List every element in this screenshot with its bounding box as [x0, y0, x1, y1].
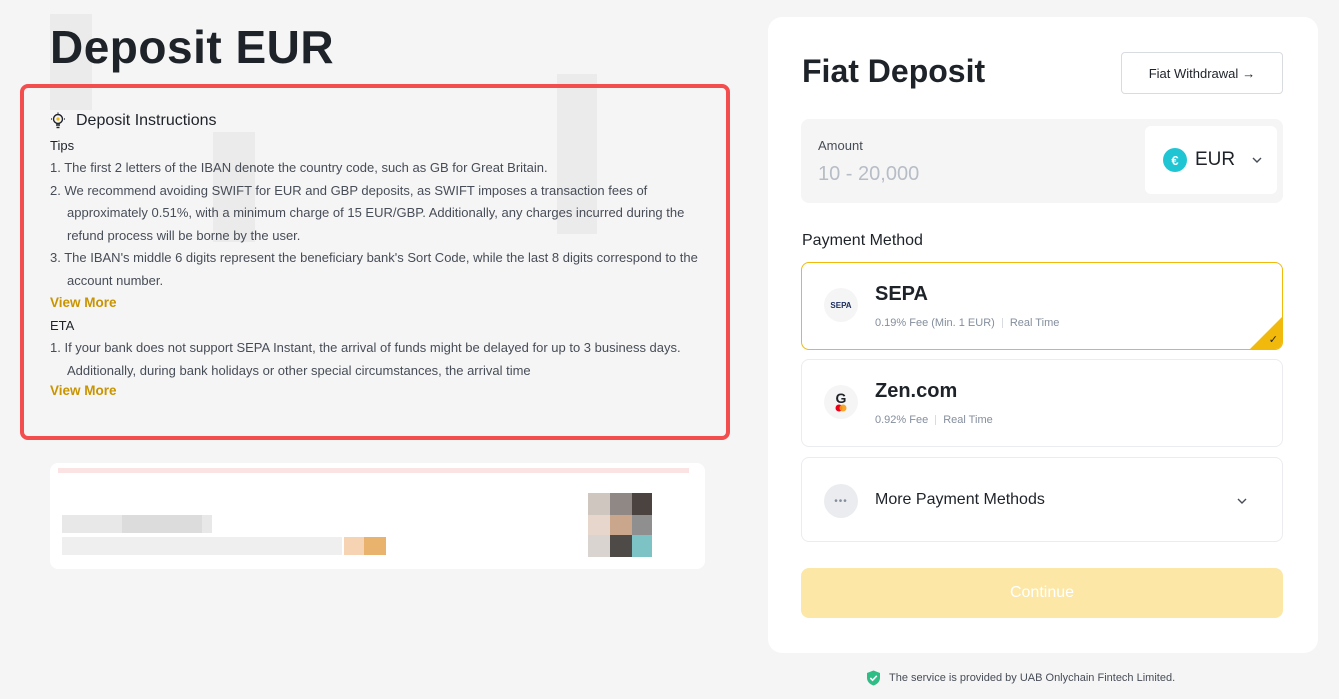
tips-list: 1. The first 2 letters of the IBAN denot…: [50, 157, 700, 292]
blurred-block: [364, 537, 386, 555]
checkmark-icon: ✓: [1268, 334, 1278, 346]
eta-list: 1. If your bank does not support SEPA In…: [50, 337, 700, 382]
blurred-banner: [50, 463, 705, 569]
blurred-block: [588, 493, 610, 515]
blurred-block: [588, 535, 610, 557]
payment-fee: 0.92% Fee: [875, 414, 929, 426]
euro-icon: €: [1163, 148, 1187, 172]
currency-select[interactable]: € EUR: [1145, 126, 1277, 194]
list-item: 2. We recommend avoiding SWIFT for EUR a…: [50, 182, 685, 243]
currency-code: EUR: [1195, 149, 1236, 170]
payment-fee: 0.19% Fee (Min. 1 EUR): [875, 317, 995, 329]
blurred-block: [610, 535, 632, 557]
more-dots-icon: •••: [824, 484, 858, 518]
list-item: 3. The IBAN's middle 6 digits represent …: [50, 250, 698, 288]
footer-text: The service is provided by UAB Onlychain…: [889, 672, 1176, 684]
payment-option-sepa[interactable]: SEPA SEPA 0.19% Fee (Min. 1 EUR) Real Ti…: [801, 262, 1283, 350]
meta-divider: [935, 415, 937, 425]
eta-label: ETA: [50, 318, 75, 333]
service-provider-note: The service is provided by UAB Onlychain…: [866, 670, 1175, 686]
list-item: 1. The first 2 letters of the IBAN denot…: [50, 160, 548, 175]
blurred-block: [610, 515, 632, 535]
blurred-block: [632, 493, 652, 515]
instructions-title: Deposit Instructions: [76, 112, 217, 129]
lightbulb-icon: [51, 112, 65, 129]
chevron-down-icon: [1237, 498, 1247, 504]
blurred-block: [632, 535, 652, 557]
payment-method-label: Payment Method: [802, 232, 923, 249]
blurred-block: [632, 515, 652, 535]
blurred-block: [62, 537, 342, 555]
amount-field-group: Amount € EUR: [801, 119, 1283, 203]
blurred-block: [344, 537, 364, 555]
chevron-down-icon: [1252, 157, 1262, 163]
continue-button[interactable]: Continue: [801, 568, 1283, 618]
sepa-logo-text: SEPA: [830, 300, 852, 310]
zen-logo-text: G: [835, 390, 847, 406]
withdrawal-label: Fiat Withdrawal: [1148, 65, 1239, 81]
payment-speed: Real Time: [1009, 317, 1060, 329]
more-payment-methods-label: More Payment Methods: [875, 491, 1045, 508]
payment-speed: Real Time: [943, 414, 993, 426]
payment-name: SEPA: [875, 283, 928, 305]
blurred-block: [588, 515, 610, 535]
deposit-instructions: Deposit Instructions Tips 1. The first 2…: [20, 84, 730, 440]
blurred-block: [610, 493, 632, 515]
fiat-withdrawal-button[interactable]: Fiat Withdrawal →: [1121, 52, 1283, 94]
payment-name: Zen.com: [875, 380, 958, 402]
tips-label: Tips: [50, 138, 75, 153]
payment-option-zen[interactable]: G Zen.com 0.92% Fee Real Time: [801, 359, 1283, 447]
banner-stripe: [58, 468, 689, 473]
view-more-eta-link[interactable]: View More: [50, 383, 117, 398]
meta-divider: [1001, 318, 1003, 328]
payment-meta: 0.92% Fee Real Time: [875, 414, 993, 426]
amount-label: Amount: [818, 138, 863, 153]
list-item: 1. If your bank does not support SEPA In…: [50, 340, 681, 378]
instructions-header: Deposit Instructions: [50, 112, 700, 130]
shield-check-icon: [867, 670, 880, 686]
view-more-tips-link[interactable]: View More: [50, 295, 117, 310]
blurred-block: [122, 515, 202, 533]
fiat-deposit-panel: Fiat Deposit Fiat Withdrawal → Amount € …: [768, 17, 1318, 653]
sepa-logo: SEPA: [824, 288, 858, 322]
zen-logo: G: [824, 385, 858, 419]
more-payment-methods[interactable]: ••• More Payment Methods: [801, 457, 1283, 542]
amount-input[interactable]: [818, 161, 1118, 187]
panel-title: Fiat Deposit: [802, 53, 986, 89]
arrow-right-icon: →: [1242, 65, 1256, 81]
payment-meta: 0.19% Fee (Min. 1 EUR) Real Time: [875, 317, 1059, 329]
mastercard-icon: [835, 404, 847, 412]
page-title: Deposit EUR: [50, 21, 335, 73]
